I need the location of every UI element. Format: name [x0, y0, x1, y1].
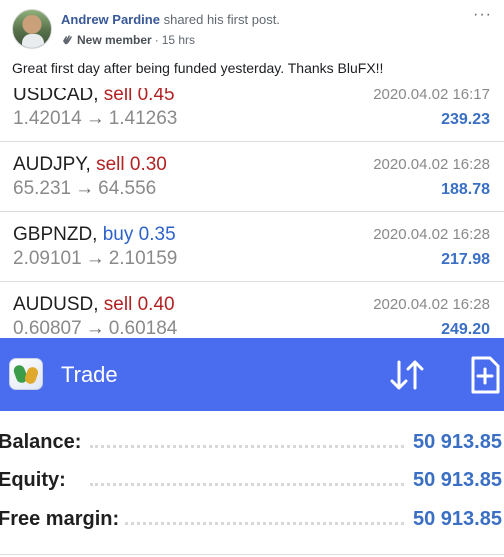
summary-row-free-margin: Free margin: 50 913.85: [0, 502, 504, 540]
author-action: shared his first post.: [163, 12, 280, 27]
trade-row: USDCAD, sell 0.45 1.42014 → 1.41263 2020.0…: [0, 88, 504, 142]
close-price: 0.60184: [108, 318, 178, 339]
summary-value: 50 913.85: [409, 508, 502, 531]
meta-separator: ·: [154, 33, 159, 47]
trade-profit: 249.20: [441, 321, 490, 338]
trade-toolbar: Trade: [0, 338, 504, 411]
wave-hand-icon: [63, 35, 72, 45]
trade-datetime: 2020.04.02 16:28: [373, 226, 490, 243]
open-price: 2.09101: [13, 248, 82, 269]
summary-row-balance: Balance: 50 913.85: [0, 425, 504, 463]
trade-prices: 2.09101 → 2.10159: [13, 248, 177, 270]
toolbar-title: Trade: [61, 362, 118, 387]
open-price: 0.60807: [13, 318, 82, 339]
trade-datetime: 2020.04.02 16:28: [373, 156, 490, 173]
trade-prices: 1.42014 → 1.41263: [13, 108, 177, 130]
dotted-leader: [90, 445, 404, 448]
trade-direction: sell: [103, 294, 133, 315]
trade-symbol-line: AUDJPY, sell 0.30: [13, 154, 167, 176]
trade-volume: 0.45: [137, 88, 175, 105]
trade-direction: sell: [96, 154, 125, 175]
post-text: Great first day after being funded yeste…: [12, 60, 384, 76]
trade-datetime: 2020.04.02 16:17: [373, 88, 490, 103]
close-price: 64.556: [98, 178, 157, 199]
arrow-right-icon: →: [85, 318, 105, 339]
post-time-link[interactable]: 15 hrs: [162, 33, 195, 47]
trade-profit: 188.78: [441, 181, 490, 198]
open-price: 65.231: [13, 178, 72, 199]
trade-symbol: GBPNZD,: [13, 224, 98, 245]
trade-row: GBPNZD, buy 0.35 2.09101 → 2.10159 2020.04…: [0, 212, 504, 282]
post-header: Andrew Pardine shared his first post. Ne…: [0, 0, 504, 88]
trade-symbol-line: USDCAD, sell 0.45: [13, 88, 175, 106]
trade-profit: 239.23: [441, 111, 490, 128]
trade-prices: 0.60807 → 0.60184: [13, 318, 177, 340]
trade-volume: 0.40: [137, 294, 175, 315]
member-badge[interactable]: New member: [77, 33, 152, 47]
arrow-right-icon: →: [75, 178, 95, 199]
trade-profit: 217.98: [441, 251, 490, 268]
post-meta: New member · 15 hrs: [61, 33, 195, 47]
trade-screenshot: USDCAD, sell 0.45 1.42014 → 1.41263 2020.0…: [0, 88, 504, 557]
close-price: 2.10159: [108, 248, 178, 269]
open-price: 1.42014: [13, 108, 82, 129]
trade-datetime: 2020.04.02 16:28: [373, 296, 490, 313]
author-avatar[interactable]: [12, 9, 52, 49]
trade-direction: sell: [103, 88, 133, 105]
trade-volume: 0.30: [129, 154, 167, 175]
divider: [0, 554, 504, 555]
dotted-leader: [90, 483, 404, 486]
metatrader-logo-icon: [9, 358, 43, 390]
dotted-leader: [90, 522, 404, 525]
trade-direction: buy: [102, 224, 134, 245]
arrow-right-icon: →: [85, 108, 105, 129]
author-line: Andrew Pardine shared his first post.: [61, 12, 280, 27]
trade-symbol: AUDUSD,: [13, 294, 99, 315]
trade-prices: 65.231 → 64.556: [13, 178, 156, 200]
avatar-figure: [22, 34, 44, 48]
summary-value: 50 913.85: [409, 469, 502, 492]
more-options-icon[interactable]: ···: [473, 6, 492, 24]
trade-volume: 0.35: [138, 224, 176, 245]
summary-row-equity: Equity: 50 913.85: [0, 463, 504, 501]
close-price: 1.41263: [108, 108, 178, 129]
trade-symbol: AUDJPY,: [13, 154, 91, 175]
author-name-link[interactable]: Andrew Pardine: [61, 12, 160, 27]
summary-value: 50 913.85: [409, 431, 502, 454]
new-order-document-icon[interactable]: [470, 356, 500, 394]
arrow-right-icon: →: [85, 248, 105, 269]
trade-symbol-line: GBPNZD, buy 0.35: [13, 224, 176, 246]
sort-arrows-icon[interactable]: [387, 358, 427, 392]
trade-row: AUDJPY, sell 0.30 65.231 → 64.556 2020.04.…: [0, 142, 504, 212]
trade-symbol: USDCAD,: [13, 88, 99, 105]
summary-label: Equity:: [0, 469, 70, 492]
trade-symbol-line: AUDUSD, sell 0.40: [13, 294, 175, 316]
summary-label: Free margin:: [0, 508, 124, 531]
summary-label: Balance:: [0, 431, 86, 454]
